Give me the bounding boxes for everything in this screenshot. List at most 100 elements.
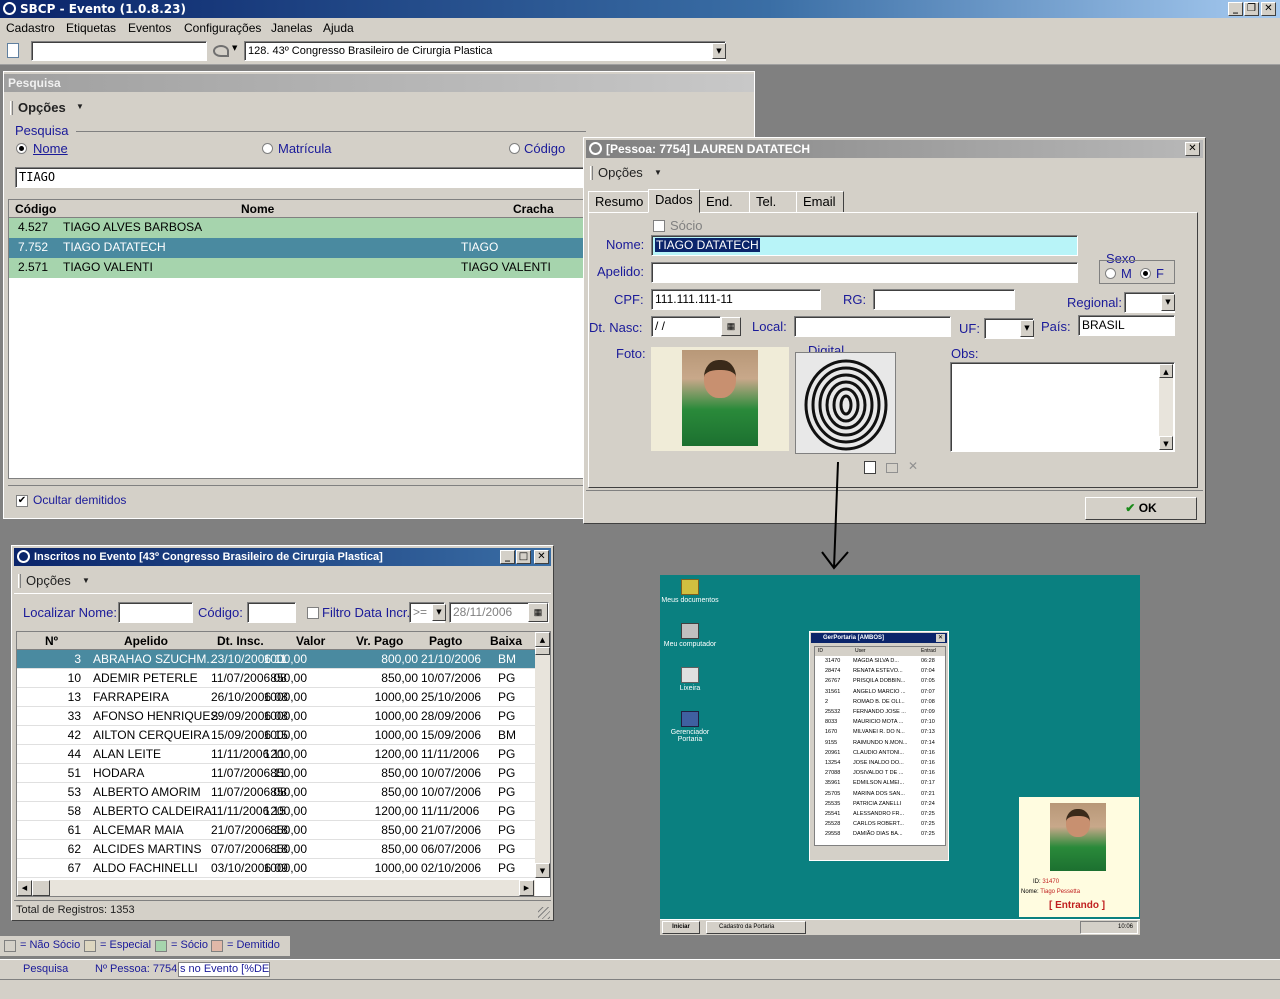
col-n[interactable]: Nº	[45, 634, 58, 648]
close-button[interactable]: ✕	[1261, 2, 1276, 16]
col-baixa[interactable]: Baixa	[490, 634, 522, 648]
inscritos-vscroll[interactable]: ▲ ▼	[535, 632, 550, 878]
col-vrpago[interactable]: Vr. Pago	[356, 634, 403, 648]
nome-field[interactable]: TIAGO DATATECH	[651, 235, 1078, 256]
tab-end[interactable]: End.	[699, 191, 755, 213]
table-row[interactable]: 58 ALBERTO CALDEIRA 11/11/2006 15 1200,00 12…	[17, 802, 535, 821]
radio-codigo[interactable]	[509, 143, 520, 154]
table-row-selected[interactable]: 3 ABRAHAO SZUCHM... 23/10/2006 11 1000,00 80…	[17, 650, 535, 669]
ok-button[interactable]: ✔ OK	[1085, 497, 1197, 520]
new-document-icon[interactable]	[7, 43, 19, 58]
person-close-button[interactable]: ✕	[1185, 142, 1200, 156]
apelido-field[interactable]	[651, 262, 1078, 283]
inscritos-hscroll-thumb[interactable]	[32, 880, 50, 896]
inscritos-scroll-up-icon[interactable]: ▲	[535, 632, 550, 647]
obs-scroll-up-icon[interactable]: ▲	[1159, 364, 1173, 378]
inscritos-options-menu[interactable]: Opções	[26, 573, 71, 588]
sexo-m-radio[interactable]	[1105, 268, 1116, 279]
restore-button[interactable]: ❐	[1244, 2, 1259, 16]
search-options-chevron-down-icon[interactable]: ▼	[76, 102, 84, 111]
quick-search-input[interactable]	[31, 41, 207, 61]
inscritos-minimize-button[interactable]: _	[500, 550, 515, 564]
dtnasc-field[interactable]: / /	[651, 316, 721, 337]
obs-scrollbar[interactable]: ▲ ▼	[1159, 364, 1173, 450]
pais-field[interactable]: BRASIL	[1078, 315, 1175, 336]
table-row[interactable]: 13 FARRAPEIRA 26/10/2006 08 1000,00 1000,00 2…	[17, 688, 535, 707]
inscritos-close-button[interactable]: ✕	[534, 550, 549, 564]
calendar-icon[interactable]: ▦	[721, 317, 741, 336]
table-row[interactable]: 51 HODARA 11/07/2006 11 850,00 850,00 10/07/2…	[17, 764, 535, 783]
edit-icon[interactable]	[864, 461, 876, 474]
menu-janelas[interactable]: Janelas	[271, 21, 312, 35]
portaria-row[interactable]: 9155 RAIMUNDO N.MON... 07:14	[815, 740, 945, 750]
col-valor[interactable]: Valor	[296, 634, 325, 648]
menu-eventos[interactable]: Eventos	[128, 21, 171, 35]
inscritos-scroll-left-icon[interactable]: ◀	[17, 880, 32, 896]
hide-dismissed-checkbox[interactable]: ✔	[16, 495, 28, 507]
uf-chevron-down-icon[interactable]: ▼	[1020, 320, 1034, 337]
localizar-input[interactable]	[118, 602, 193, 623]
portaria-row[interactable]: 20961 CLAUDIO ANTONI... 07:16	[815, 750, 945, 760]
event-select[interactable]: 128. 43º Congresso Brasileiro de Cirurgi…	[244, 41, 726, 61]
col-apelido[interactable]: Apelido	[124, 634, 168, 648]
table-row[interactable]: 10 ADEMIR PETERLE 11/07/2006 08 850,00 850,0…	[17, 669, 535, 688]
col-codigo[interactable]: Código	[15, 202, 56, 216]
portaria-row[interactable]: 8033 MAURICIO MOTA ... 07:10	[815, 719, 945, 729]
regional-chevron-down-icon[interactable]: ▼	[1161, 294, 1175, 311]
minimize-button[interactable]: _	[1228, 2, 1243, 16]
table-row-selected[interactable]: 7.752 TIAGO DATATECH TIAGO	[9, 238, 585, 258]
portaria-row[interactable]: 29558 DAMIÃO DIAS BA... 07:25	[815, 831, 945, 841]
start-button[interactable]: Iniciar	[662, 921, 700, 934]
portaria-row[interactable]: 1670 MILVANEI R. DO N... 07:13	[815, 729, 945, 739]
portaria-row[interactable]: 2 ROMAO B. DE OLI... 07:08	[815, 699, 945, 709]
table-row[interactable]: 61 ALCEMAR MAIA 21/07/2006 18 850,00 850,00 2…	[17, 821, 535, 840]
portaria-row[interactable]: 25532 FERNANDO JOSE ... 07:09	[815, 709, 945, 719]
codigo-filter-input[interactable]	[247, 602, 296, 623]
table-row[interactable]: 4.527 TIAGO ALVES BARBOSA	[9, 218, 585, 238]
col-nome[interactable]: Nome	[241, 202, 274, 216]
portaria-row[interactable]: 13254 JOSE INALDO DO... 07:16	[815, 760, 945, 770]
radio-matricula-label[interactable]: Matrícula	[278, 141, 331, 156]
fingerprint-box[interactable]	[795, 352, 896, 454]
tab-resumo[interactable]: Resumo	[588, 191, 651, 213]
search-input[interactable]: TIAGO	[15, 167, 587, 188]
portaria-row[interactable]: 28474 RENATA ESTEVO... 07:04	[815, 668, 945, 678]
table-row[interactable]: 42 AILTON CERQUEIRA 15/09/2006 15 1000,00 10…	[17, 726, 535, 745]
portaria-row[interactable]: 25528 CARLOS ROBERT... 07:25	[815, 821, 945, 831]
inscritos-maximize-button[interactable]: □	[516, 550, 531, 564]
col-pagto[interactable]: Pagto	[429, 634, 462, 648]
table-row[interactable]: 33 AFONSO HENRIQUES 29/09/2006 08 1000,00 10…	[17, 707, 535, 726]
taskbar-item-cadastro[interactable]: Cadastro da Portaria	[706, 921, 806, 934]
filtro-op-chevron-down-icon[interactable]: ▼	[432, 604, 446, 621]
local-field[interactable]	[794, 316, 951, 337]
filtro-calendar-icon[interactable]: ▦	[528, 603, 548, 622]
portaria-row[interactable]: 31470 MAGDA SILVA D... 06:28	[815, 658, 945, 668]
table-row[interactable]: 44 ALAN LEITE 11/11/2006 11 1200,00 1200,00 1…	[17, 745, 535, 764]
person-photo[interactable]	[651, 347, 789, 451]
socio-checkbox[interactable]	[653, 220, 665, 232]
inscritos-hscroll[interactable]: ◀ ▶	[17, 880, 535, 896]
search-options-menu[interactable]: Opções	[18, 100, 66, 115]
resize-grip-icon[interactable]	[538, 907, 550, 919]
table-row[interactable]: 53 ALBERTO AMORIM 11/07/2006 08 850,00 850,0…	[17, 783, 535, 802]
inscritos-scroll-down-icon[interactable]: ▼	[535, 863, 550, 878]
desktop-icon-meu-computador[interactable]: Meu computador	[660, 623, 720, 648]
person-options-chevron-down-icon[interactable]: ▼	[654, 168, 662, 177]
inscritos-scroll-thumb[interactable]	[535, 647, 550, 655]
table-row[interactable]: 62 ALCIDES MARTINS 07/07/2006 18 850,00 850,…	[17, 840, 535, 859]
tab-email[interactable]: Email	[796, 191, 844, 213]
portaria-row[interactable]: 27088 JOSIVALDO T DE ... 07:16	[815, 770, 945, 780]
menu-etiquetas[interactable]: Etiquetas	[66, 21, 116, 35]
sexo-f-radio[interactable]	[1140, 268, 1151, 279]
event-select-chevron-down-icon[interactable]: ▼	[712, 43, 726, 59]
dropdown-arrow-icon[interactable]: ▼	[232, 44, 237, 52]
delete-icon[interactable]: ✕	[908, 459, 918, 473]
col-dtinsc[interactable]: Dt. Insc.	[217, 634, 264, 648]
filtro-data-checkbox[interactable]	[307, 607, 319, 619]
radio-nome[interactable]	[16, 143, 27, 154]
radio-codigo-label[interactable]: Código	[524, 141, 565, 156]
person-options-menu[interactable]: Opções	[598, 165, 643, 180]
radio-matricula[interactable]	[262, 143, 273, 154]
inscritos-options-chevron-down-icon[interactable]: ▼	[82, 576, 90, 585]
cpf-field[interactable]: 111.111.111-11	[651, 289, 821, 310]
